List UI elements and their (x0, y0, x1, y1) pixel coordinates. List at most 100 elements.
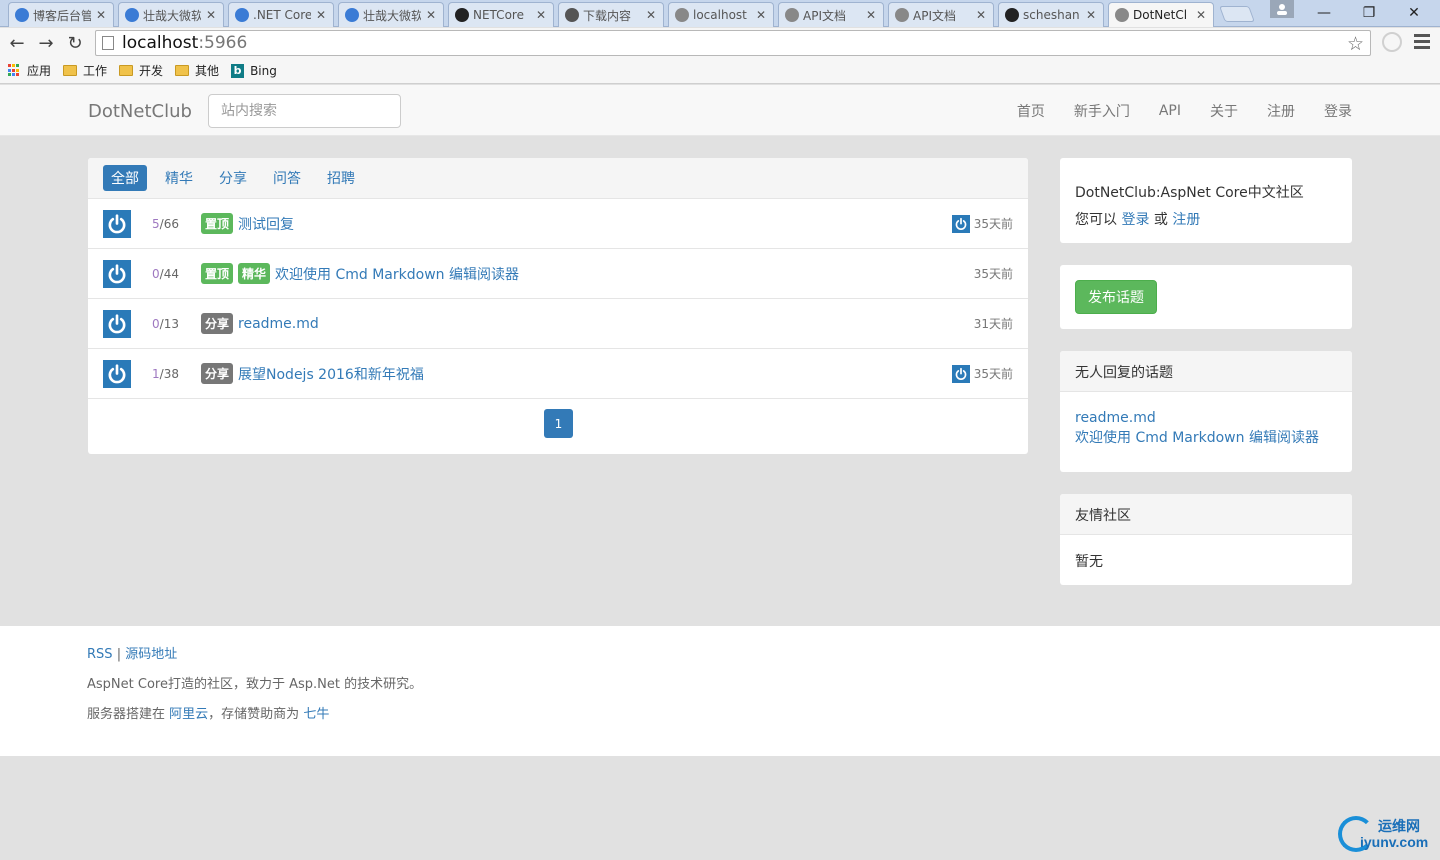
folder-icon (175, 65, 190, 76)
url-bar[interactable]: localhost:5966 ☆ (95, 30, 1371, 56)
nav-about[interactable]: 关于 (1210, 101, 1238, 121)
qiniu-link[interactable]: 七牛 (303, 707, 329, 722)
last-reply-avatar-icon[interactable] (951, 214, 970, 233)
topic-row: 0/44 置顶 精华 欢迎使用 Cmd Markdown 编辑阅读器 35天前 (88, 249, 1028, 299)
bookmark-item[interactable]: 工作 (63, 62, 107, 79)
tab-site-icon (15, 8, 29, 22)
tab-close-icon[interactable]: ✕ (535, 8, 547, 22)
topic-title-link[interactable]: readme.md (238, 316, 319, 332)
topic-badge: 置顶 (201, 213, 234, 234)
bookmark-label: 工作 (83, 64, 108, 78)
tab-close-icon[interactable]: ✕ (975, 8, 987, 22)
tab-good[interactable]: 精华 (157, 165, 201, 191)
tab-ask[interactable]: 问答 (265, 165, 309, 191)
site-footer: RSS | 源码地址 AspNet Core打造的社区，致力于 Asp.Net … (0, 626, 1440, 756)
browser-tab-title: 壮哉大微软 (143, 8, 201, 23)
browser-tab[interactable]: NETCore ✕ (448, 2, 554, 27)
author-avatar-icon[interactable] (103, 360, 131, 388)
rss-link[interactable]: RSS (87, 647, 113, 662)
topic-list-panel: 全部 精华 分享 问答 招聘 5/66 置顶 测试回复 35天前 0/44 置顶 精华 欢迎使… (88, 158, 1028, 454)
tab-close-icon[interactable]: ✕ (755, 8, 767, 22)
site-search-input[interactable] (208, 94, 401, 128)
author-avatar-icon[interactable] (103, 210, 131, 238)
topic-title-link[interactable]: 测试回复 (238, 214, 294, 234)
bookmark-item[interactable]: 其他 (175, 62, 219, 79)
browser-tab-title: localhost (693, 8, 747, 22)
last-reply-info: 35天前 (951, 364, 1013, 383)
tab-close-icon[interactable]: ✕ (865, 8, 877, 22)
nav-login[interactable]: 登录 (1324, 101, 1352, 121)
footer-sep: | (116, 647, 122, 662)
forward-icon[interactable]: → (35, 32, 57, 54)
tab-close-icon[interactable]: ✕ (205, 8, 217, 22)
bookmark-item[interactable]: 应用 (8, 62, 51, 79)
browser-tab[interactable]: 下载内容 ✕ (558, 2, 664, 27)
browser-tab[interactable]: API文档 ✕ (778, 2, 884, 27)
reload-icon[interactable]: ↻ (64, 32, 86, 54)
source-link[interactable]: 源码地址 (125, 647, 177, 662)
page-icon (1115, 8, 1129, 22)
extension-icon[interactable] (1382, 32, 1402, 52)
last-reply-avatar-icon[interactable] (951, 364, 970, 383)
page-icon (102, 36, 114, 50)
pagination-page[interactable]: 1 (544, 409, 573, 438)
browser-tab[interactable]: .NET Core ✕ (228, 2, 334, 27)
tab-close-icon[interactable]: ✕ (425, 8, 437, 22)
browser-menu-icon[interactable] (1414, 32, 1430, 50)
tab-close-icon[interactable]: ✕ (1195, 8, 1207, 22)
tab-site-icon (345, 8, 359, 22)
profile-icon[interactable] (1270, 0, 1294, 18)
intro-login-link[interactable]: 登录 (1121, 212, 1149, 228)
restore-icon[interactable]: ❐ (1349, 2, 1389, 24)
view-count: 38 (163, 366, 179, 381)
view-count: 66 (163, 216, 179, 231)
bookmark-item[interactable]: 开发 (119, 62, 163, 79)
site-brand[interactable]: DotNetClub (88, 101, 192, 122)
back-icon[interactable]: ← (6, 32, 28, 54)
new-tab-button[interactable] (1219, 6, 1255, 22)
tab-all[interactable]: 全部 (103, 165, 147, 191)
footer-description: AspNet Core打造的社区，致力于 Asp.Net 的技术研究。 (87, 677, 423, 692)
author-avatar-icon[interactable] (103, 310, 131, 338)
author-avatar-icon[interactable] (103, 260, 131, 288)
bookmark-label: Bing (250, 63, 277, 78)
browser-tab-title: 壮哉大微软 (363, 8, 421, 23)
nav-register[interactable]: 注册 (1267, 101, 1295, 121)
page-icon (675, 8, 689, 22)
browser-tab[interactable]: API文档 ✕ (888, 2, 994, 27)
nav-api[interactable]: API (1159, 103, 1181, 119)
browser-tab[interactable]: scheshan ✕ (998, 2, 1104, 27)
nav-home[interactable]: 首页 (1017, 101, 1045, 121)
tab-close-icon[interactable]: ✕ (95, 8, 107, 22)
topic-title-link[interactable]: 展望Nodejs 2016和新年祝福 (238, 364, 424, 384)
browser-tab[interactable]: localhost ✕ (668, 2, 774, 27)
browser-tab[interactable]: 博客后台管 ✕ (8, 2, 114, 27)
tab-job[interactable]: 招聘 (319, 165, 363, 191)
no-reply-item[interactable]: 欢迎使用 Cmd Markdown 编辑阅读器 (1075, 430, 1319, 446)
topic-tabs: 全部 精华 分享 问答 招聘 (88, 158, 1028, 199)
nav-getting-started[interactable]: 新手入门 (1074, 101, 1130, 121)
publish-topic-button[interactable]: 发布话题 (1075, 280, 1157, 314)
intro-register-link[interactable]: 注册 (1172, 212, 1200, 228)
tab-share[interactable]: 分享 (211, 165, 255, 191)
aliyun-link[interactable]: 阿里云 (169, 707, 208, 722)
no-reply-item[interactable]: readme.md (1075, 410, 1156, 426)
topic-main: 置顶 精华 欢迎使用 Cmd Markdown 编辑阅读器 (201, 263, 519, 284)
tab-close-icon[interactable]: ✕ (645, 8, 657, 22)
minimize-icon[interactable]: — (1304, 2, 1344, 24)
github-icon (455, 8, 469, 22)
browser-tab[interactable]: DotNetCl ✕ (1108, 2, 1214, 27)
topic-row: 1/38 分享 展望Nodejs 2016和新年祝福 35天前 (88, 349, 1028, 399)
topic-main: 置顶 测试回复 (201, 213, 294, 234)
close-window-icon[interactable]: ✕ (1394, 2, 1434, 24)
topic-title-link[interactable]: 欢迎使用 Cmd Markdown 编辑阅读器 (275, 264, 519, 284)
browser-tab[interactable]: 壮哉大微软 ✕ (118, 2, 224, 27)
tab-close-icon[interactable]: ✕ (1085, 8, 1097, 22)
last-reply-info: 35天前 (951, 214, 1013, 233)
browser-tab[interactable]: 壮哉大微软 ✕ (338, 2, 444, 27)
tab-close-icon[interactable]: ✕ (315, 8, 327, 22)
bookmark-star-icon[interactable]: ☆ (1347, 33, 1364, 55)
watermark-en: iyunv.com (1360, 834, 1429, 850)
bookmark-item[interactable]: b Bing (231, 63, 277, 78)
intro-panel: DotNetClub:AspNet Core中文社区 您可以 登录 或 注册 (1060, 158, 1352, 243)
